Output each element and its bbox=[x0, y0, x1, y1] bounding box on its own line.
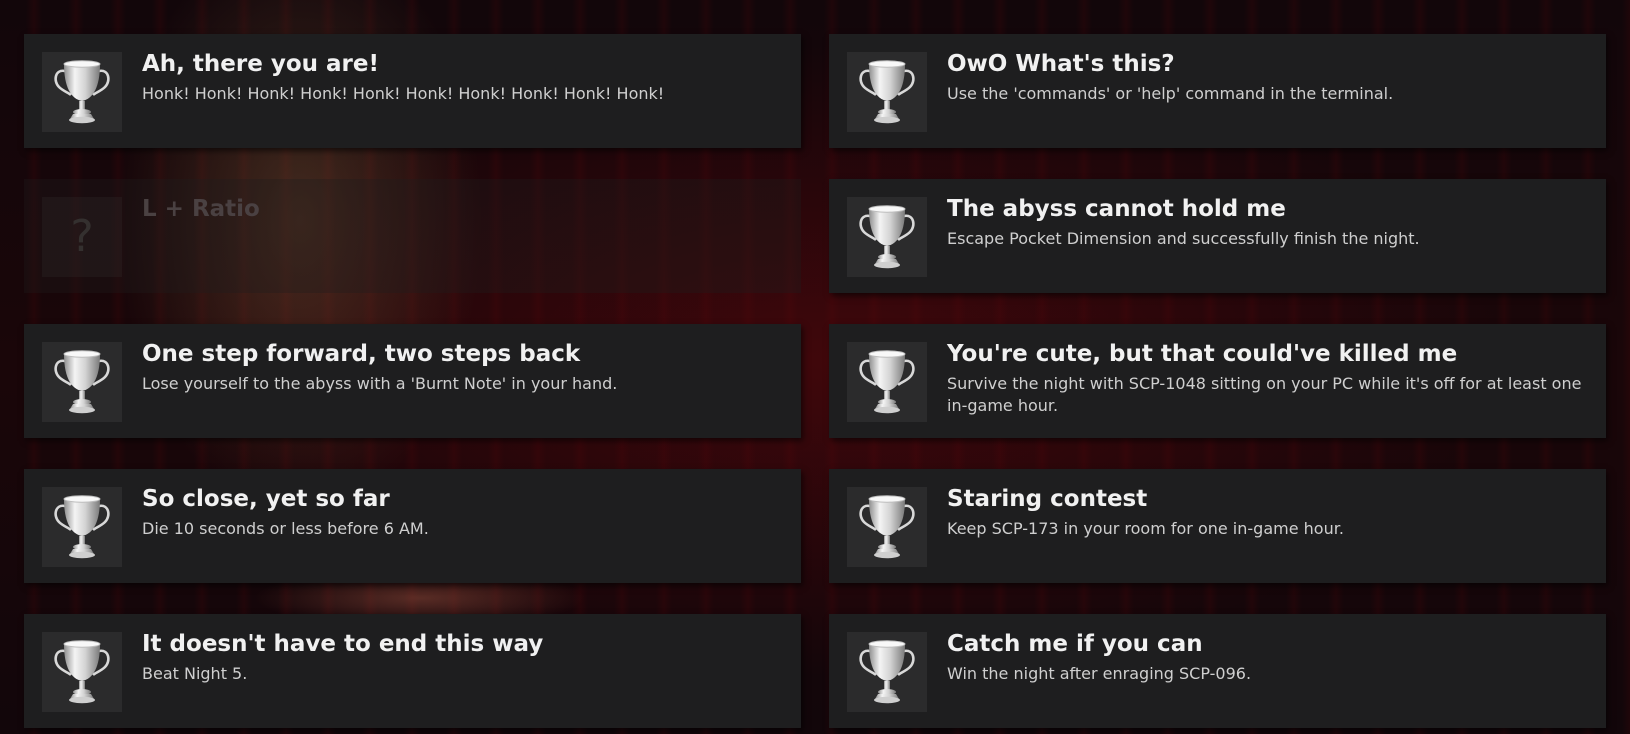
achievements-grid: Ah, there you are! Honk! Honk! Honk! Hon… bbox=[24, 34, 1606, 728]
achievement-description: Use the 'commands' or 'help' command in … bbox=[947, 84, 1394, 103]
achievement-title: Staring contest bbox=[947, 486, 1148, 512]
achievement-description: Escape Pocket Dimension and successfully… bbox=[947, 229, 1420, 248]
achievement-description: Beat Night 5. bbox=[142, 664, 248, 683]
trophy-icon bbox=[51, 637, 113, 707]
question-mark-icon: ? bbox=[70, 211, 94, 262]
trophy-icon bbox=[856, 492, 918, 562]
achievement-title: You're cute, but that could've killed me bbox=[947, 341, 1458, 367]
trophy-icon bbox=[51, 492, 113, 562]
achievement-title: Ah, there you are! bbox=[142, 51, 379, 77]
achievement-title: So close, yet so far bbox=[142, 486, 390, 512]
achievement-description: Lose yourself to the abyss with a 'Burnt… bbox=[142, 374, 618, 393]
achievement-title: It doesn't have to end this way bbox=[142, 631, 544, 657]
achievement-icon-frame bbox=[847, 342, 927, 422]
trophy-icon bbox=[856, 202, 918, 272]
achievement-card[interactable]: Staring contest Keep SCP-173 in your roo… bbox=[829, 469, 1606, 583]
achievement-title: L + Ratio bbox=[142, 196, 260, 222]
trophy-icon bbox=[856, 637, 918, 707]
achievement-card[interactable]: Ah, there you are! Honk! Honk! Honk! Hon… bbox=[24, 34, 801, 148]
achievement-description: Keep SCP-173 in your room for one in-gam… bbox=[947, 519, 1344, 538]
achievement-icon-frame bbox=[42, 632, 122, 712]
achievement-description: Die 10 seconds or less before 6 AM. bbox=[142, 519, 429, 538]
achievement-description: Honk! Honk! Honk! Honk! Honk! Honk! Honk… bbox=[142, 84, 665, 103]
achievement-icon-frame bbox=[42, 52, 122, 132]
achievement-title: One step forward, two steps back bbox=[142, 341, 581, 367]
achievement-description: Survive the night with SCP-1048 sitting … bbox=[947, 374, 1582, 415]
achievement-card[interactable]: One step forward, two steps back Lose yo… bbox=[24, 324, 801, 438]
achievement-title: The abyss cannot hold me bbox=[947, 196, 1286, 222]
achievement-icon-frame bbox=[42, 342, 122, 422]
trophy-icon bbox=[856, 57, 918, 127]
achievement-description: Win the night after enraging SCP-096. bbox=[947, 664, 1252, 683]
achievement-card[interactable]: You're cute, but that could've killed me… bbox=[829, 324, 1606, 438]
achievement-icon-frame bbox=[847, 487, 927, 567]
achievement-icon-frame bbox=[42, 487, 122, 567]
achievement-title: Catch me if you can bbox=[947, 631, 1203, 657]
achievement-card[interactable]: Catch me if you can Win the night after … bbox=[829, 614, 1606, 728]
achievement-card[interactable]: OwO What's this? Use the 'commands' or '… bbox=[829, 34, 1606, 148]
achievement-icon-frame: ? bbox=[42, 197, 122, 277]
trophy-icon bbox=[51, 57, 113, 127]
trophy-icon bbox=[856, 347, 918, 417]
trophy-icon bbox=[51, 347, 113, 417]
achievement-title: OwO What's this? bbox=[947, 51, 1175, 77]
achievement-icon-frame bbox=[847, 197, 927, 277]
achievement-card[interactable]: It doesn't have to end this way Beat Nig… bbox=[24, 614, 801, 728]
achievement-icon-frame bbox=[847, 632, 927, 712]
achievement-card[interactable]: The abyss cannot hold me Escape Pocket D… bbox=[829, 179, 1606, 293]
achievement-icon-frame bbox=[847, 52, 927, 132]
achievement-card[interactable]: So close, yet so far Die 10 seconds or l… bbox=[24, 469, 801, 583]
achievement-card-locked[interactable]: ? L + Ratio bbox=[24, 179, 801, 293]
